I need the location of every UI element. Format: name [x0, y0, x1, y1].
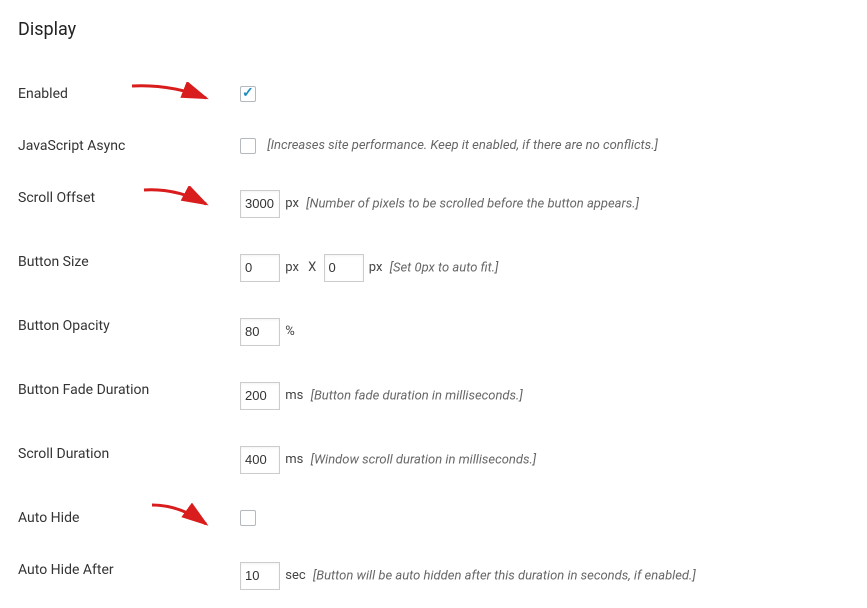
label-auto-hide-after: Auto Hide After: [18, 562, 114, 578]
label-auto-hide: Auto Hide: [18, 510, 79, 526]
unit-px: px: [285, 196, 299, 211]
label-scroll-duration: Scroll Duration: [18, 446, 109, 462]
row-button-size: Button Size px X px [Set 0px to auto fit…: [0, 236, 867, 300]
hint-auto-hide-after: [Button will be auto hidden after this d…: [313, 568, 696, 583]
fade-duration-input[interactable]: [240, 382, 280, 410]
hint-scroll-offset: [Number of pixels to be scrolled before …: [306, 196, 639, 211]
label-js-async: JavaScript Async: [18, 138, 125, 154]
enabled-checkbox[interactable]: [240, 86, 256, 102]
unit-sec: sec: [285, 568, 305, 583]
row-scroll-duration: Scroll Duration ms [Window scroll durati…: [0, 428, 867, 492]
js-async-checkbox[interactable]: [240, 138, 256, 154]
auto-hide-after-input[interactable]: [240, 562, 280, 590]
label-enabled: Enabled: [18, 86, 68, 102]
size-separator: X: [308, 260, 316, 275]
label-button-size: Button Size: [18, 254, 89, 270]
button-width-input[interactable]: [240, 254, 280, 282]
row-js-async: JavaScript Async [Increases site perform…: [0, 120, 867, 172]
label-button-opacity: Button Opacity: [18, 318, 110, 334]
row-auto-hide: Auto Hide: [0, 492, 867, 544]
arrow-icon: [150, 502, 210, 532]
hint-button-size: [Set 0px to auto fit.]: [390, 260, 499, 275]
section-title: Display: [0, 15, 867, 40]
label-scroll-offset: Scroll Offset: [18, 190, 95, 206]
row-auto-hide-after: Auto Hide After sec [Button will be auto…: [0, 544, 867, 608]
button-opacity-input[interactable]: [240, 318, 280, 346]
scroll-duration-input[interactable]: [240, 446, 280, 474]
unit-ms: ms: [285, 452, 303, 467]
scroll-offset-input[interactable]: [240, 190, 280, 218]
arrow-icon: [130, 82, 210, 110]
label-fade-duration: Button Fade Duration: [18, 382, 149, 398]
row-enabled: Enabled: [0, 68, 867, 120]
hint-js-async: [Increases site performance. Keep it ena…: [267, 138, 658, 153]
unit-percent: %: [285, 324, 295, 339]
row-button-opacity: Button Opacity %: [0, 300, 867, 364]
arrow-icon: [142, 186, 210, 214]
unit-px: px: [369, 260, 383, 275]
settings-table: Enabled JavaScript Async [Increases site…: [0, 68, 867, 608]
button-height-input[interactable]: [324, 254, 364, 282]
row-scroll-offset: Scroll Offset px [Number of pixels to be…: [0, 172, 867, 236]
hint-scroll-duration: [Window scroll duration in milliseconds.…: [311, 452, 537, 467]
unit-ms: ms: [285, 388, 303, 403]
auto-hide-checkbox[interactable]: [240, 510, 256, 526]
hint-fade-duration: [Button fade duration in milliseconds.]: [311, 388, 523, 403]
unit-px: px: [285, 260, 299, 275]
row-fade-duration: Button Fade Duration ms [Button fade dur…: [0, 364, 867, 428]
